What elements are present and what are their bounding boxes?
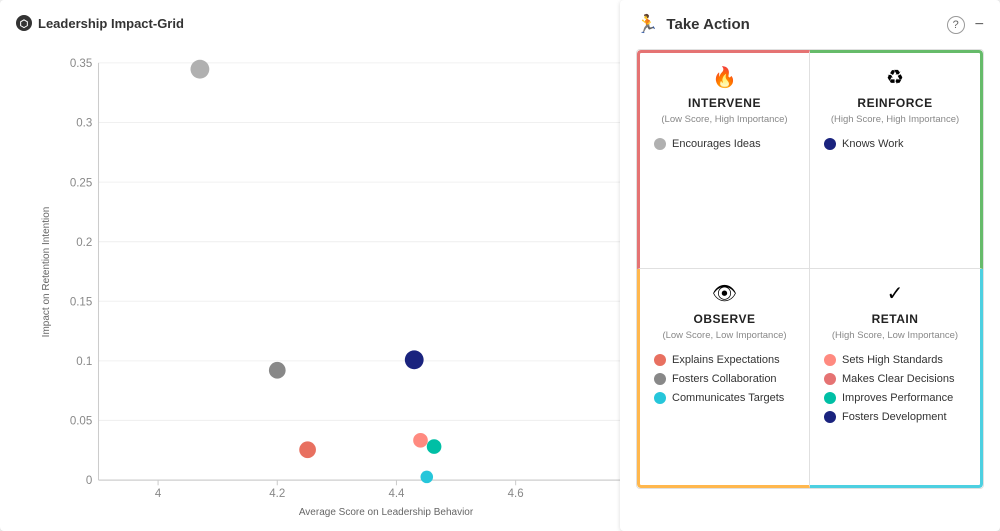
- legend-label-fosters-collaboration: Fosters Collaboration: [672, 373, 777, 385]
- legend-dot-communicates-targets: [654, 392, 666, 404]
- legend-label-encourages-ideas: Encourages Ideas: [672, 138, 761, 150]
- dot-sets-high-standards: [413, 433, 428, 448]
- legend-communicates-targets: Communicates Targets: [654, 392, 795, 404]
- y-axis-label: Impact on Retention Intention: [41, 207, 52, 338]
- dot-knows-work: [405, 350, 424, 369]
- main-container: ⬡ Leadership Impact-Grid ? ⤢ − Impact on…: [0, 0, 1000, 531]
- quadrant-grid: 🔥 INTERVENE (Low Score, High Importance)…: [636, 49, 984, 489]
- legend-dot-improves-performance: [824, 392, 836, 404]
- svg-text:4: 4: [155, 488, 162, 500]
- observe-name: OBSERVE: [654, 312, 795, 326]
- dot-explains-expectations: [299, 441, 316, 458]
- reinforce-subtitle: (High Score, High Importance): [824, 114, 966, 125]
- svg-text:4.4: 4.4: [388, 488, 405, 500]
- action-title: 🏃 Take Action: [636, 14, 750, 35]
- legend-makes-clear-decisions: Makes Clear Decisions: [824, 373, 966, 385]
- dot-communicates-targets: [421, 471, 434, 484]
- legend-improves-performance: Improves Performance: [824, 392, 966, 404]
- svg-text:0.2: 0.2: [76, 237, 92, 249]
- legend-fosters-collaboration: Fosters Collaboration: [654, 373, 795, 385]
- svg-text:0.15: 0.15: [70, 296, 92, 308]
- legend-dot-fosters-collaboration: [654, 373, 666, 385]
- legend-dot-makes-clear-decisions: [824, 373, 836, 385]
- legend-fosters-development: Fosters Development: [824, 411, 966, 423]
- legend-dot-fosters-development: [824, 411, 836, 423]
- legend-encourages-ideas: Encourages Ideas: [654, 138, 795, 150]
- legend-label-explains-expectations: Explains Expectations: [672, 354, 780, 366]
- reinforce-name: REINFORCE: [824, 96, 966, 110]
- legend-dot-sets-high-standards: [824, 354, 836, 366]
- legend-label-improves-performance: Improves Performance: [842, 392, 953, 404]
- legend-dot-knows-work: [824, 138, 836, 150]
- action-panel: 🏃 Take Action ? − 🔥 INTERVENE (Low Score…: [620, 0, 1000, 531]
- chart-title-icon: ⬡: [16, 15, 32, 31]
- svg-text:⬡: ⬡: [20, 19, 29, 30]
- quadrant-reinforce: ♻ REINFORCE (High Score, High Importance…: [810, 50, 983, 269]
- legend-explains-expectations: Explains Expectations: [654, 354, 795, 366]
- dot-fosters-collaboration: [269, 362, 286, 379]
- reinforce-icon: ♻: [824, 65, 966, 90]
- legend-knows-work: Knows Work: [824, 138, 966, 150]
- svg-text:0.05: 0.05: [70, 416, 92, 428]
- intervene-icon: 🔥: [654, 65, 795, 90]
- quadrant-retain: ✓ RETAIN (High Score, Low Importance) Se…: [810, 269, 983, 488]
- svg-text:4.6: 4.6: [508, 488, 524, 500]
- action-title-icon: 🏃: [636, 14, 658, 35]
- svg-text:0.35: 0.35: [70, 58, 92, 70]
- legend-label-fosters-development: Fosters Development: [842, 411, 947, 423]
- legend-dot-encourages-ideas: [654, 138, 666, 150]
- legend-label-knows-work: Knows Work: [842, 138, 904, 150]
- action-close-button[interactable]: −: [975, 16, 984, 34]
- action-controls: ? −: [947, 16, 984, 34]
- legend-label-communicates-targets: Communicates Targets: [672, 392, 784, 404]
- dot-encourages-ideas: [191, 60, 210, 79]
- legend-sets-high-standards: Sets High Standards: [824, 354, 966, 366]
- svg-text:4.2: 4.2: [269, 488, 285, 500]
- intervene-subtitle: (Low Score, High Importance): [654, 114, 795, 125]
- observe-icon: 👁: [654, 281, 795, 306]
- action-header: 🏃 Take Action ? −: [636, 14, 984, 35]
- svg-text:0.25: 0.25: [70, 177, 92, 189]
- x-axis-label: Average Score on Leadership Behavior: [299, 507, 473, 518]
- observe-subtitle: (Low Score, Low Importance): [654, 330, 795, 341]
- action-title-text: Take Action: [666, 16, 749, 33]
- svg-text:0.3: 0.3: [76, 118, 92, 130]
- quadrant-observe: 👁 OBSERVE (Low Score, Low Importance) Ex…: [637, 269, 810, 488]
- retain-name: RETAIN: [824, 312, 966, 326]
- legend-dot-explains-expectations: [654, 354, 666, 366]
- retain-subtitle: (High Score, Low Importance): [824, 330, 966, 341]
- retain-icon: ✓: [824, 281, 966, 306]
- svg-text:0.1: 0.1: [76, 356, 92, 368]
- intervene-name: INTERVENE: [654, 96, 795, 110]
- quadrant-intervene: 🔥 INTERVENE (Low Score, High Importance)…: [637, 50, 810, 269]
- action-help-button[interactable]: ?: [947, 16, 965, 34]
- legend-label-sets-high-standards: Sets High Standards: [842, 354, 943, 366]
- chart-title-text: Leadership Impact-Grid: [38, 16, 184, 31]
- dot-improves-performance: [427, 439, 442, 454]
- chart-title: ⬡ Leadership Impact-Grid: [16, 15, 184, 31]
- svg-text:0: 0: [86, 475, 92, 487]
- legend-label-makes-clear-decisions: Makes Clear Decisions: [842, 373, 954, 385]
